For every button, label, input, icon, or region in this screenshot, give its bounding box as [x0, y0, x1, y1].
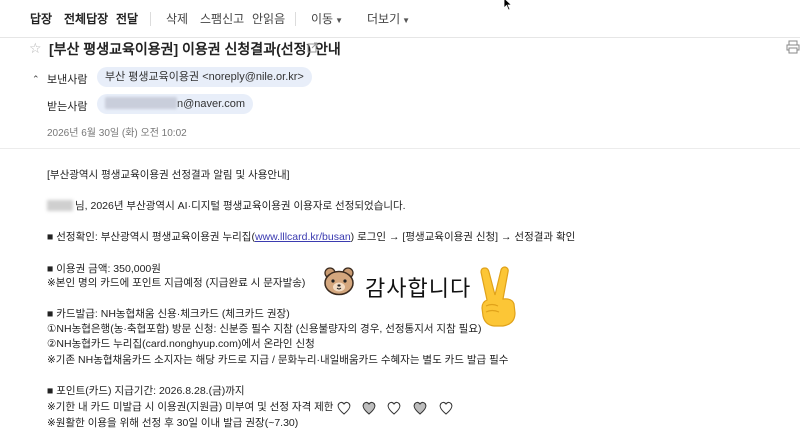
heart-outline-icon [439, 401, 453, 415]
spam-report-button[interactable]: 스팸신고 [200, 12, 244, 26]
mail-date: 2026년 6월 30일 (화) 오전 10:02 [47, 128, 187, 139]
bear-sticker-icon [324, 267, 354, 296]
mouse-cursor-icon [503, 0, 513, 11]
mail-subject: [부산 평생교육이용권] 이용권 신청결과(선정) 안내 [49, 41, 341, 57]
move-menu-button[interactable]: 이동 ▼ [311, 12, 343, 28]
move-menu-label: 이동 [311, 12, 334, 26]
subject-row: ☆ [부산 평생교육이용권] 이용권 신청결과(선정) 안내 [0, 38, 800, 60]
heart-outline-icon [387, 401, 401, 415]
toolbar-divider [150, 12, 151, 26]
body-line-period: ■ 포인트(카드) 지급기간: 2026.8.28.(금)까지 [47, 385, 245, 397]
star-icon[interactable]: ☆ [29, 40, 42, 57]
sender-chip[interactable]: 부산 평생교육이용권 <noreply@nile.or.kr> [97, 67, 312, 87]
heart-outline-icon [337, 401, 351, 415]
body-text-fragment: ) 로그인 → [평생교육이용권 신청] → 선정결과 확인 [350, 231, 576, 243]
body-line-period-note2: ※원활한 이용을 위해 선정 후 30일 이내 발급 권장(~7.30) [47, 417, 299, 429]
body-text-fragment: ■ 선정확인: 부산광역시 평생교육이용권 누리집( [47, 231, 255, 243]
open-new-window-icon[interactable] [307, 42, 318, 53]
body-line-amount-note: ※본인 명의 카드에 포인트 지급예정 (지급완료 시 문자발송) [47, 277, 306, 289]
body-line-card-online: ②NH농협카드 누리집(card.nonghyup.com)에서 온라인 신청 [47, 338, 315, 350]
more-menu-button[interactable]: 더보기 ▼ [367, 12, 410, 28]
header-divider [0, 148, 800, 149]
reply-button[interactable]: 답장 [30, 12, 52, 26]
to-label: 받는사람 [47, 101, 88, 113]
caret-down-icon: ▼ [335, 16, 344, 25]
thank-you-sticker-text: 감사합니다 [365, 277, 472, 302]
lllcard-link[interactable]: www.lllcard.kr/busan [255, 231, 351, 243]
recipient-chip[interactable]: n@naver.com [97, 94, 254, 114]
body-line-period-note1: ※기한 내 카드 미발급 시 이용권(지원금) 미부여 및 선정 자격 제한 [47, 401, 334, 413]
mark-unread-button[interactable]: 안읽음 [252, 12, 285, 26]
more-menu-label: 더보기 [367, 12, 401, 26]
body-line-amount: ■ 이용권 금액: 350,000원 [47, 263, 161, 275]
body-greeting-text: 님, 2026년 부산광역시 AI·디지털 평생교육이용권 이용자로 선정되었습… [75, 200, 406, 212]
forward-button[interactable]: 전달 [116, 12, 138, 26]
body-line-card-note: ※기존 NH농협채움카드 소지자는 해당 카드로 지급 / 문화누리·내일배움카… [47, 354, 509, 366]
redacted-name [47, 200, 73, 211]
from-label: 보낸사람 [47, 74, 88, 86]
caret-down-icon: ▼ [402, 16, 411, 25]
collapse-header-icon[interactable]: ⌃ [32, 74, 40, 85]
body-line-card-visit: ①NH농협은행(농·축협포함) 방문 신청: 신분증 필수 지참 (신용불량자의… [47, 323, 482, 335]
heart-gray-icon [362, 401, 376, 415]
redacted-email-prefix [105, 97, 177, 109]
body-line-selection-check: ■ 선정확인: 부산광역시 평생교육이용권 누리집(www.lllcard.kr… [47, 231, 575, 244]
mail-toolbar: 답장 전체답장 전달 삭제 스팸신고 안읽음 이동 ▼ 더보기 ▼ [0, 0, 800, 38]
victory-hand-icon [480, 266, 516, 327]
body-line-card-issue: ■ 카드발급: NH농협채움 신용·체크카드 (체크카드 권장) [47, 308, 290, 320]
body-line-greeting: 님, 2026년 부산광역시 AI·디지털 평생교육이용권 이용자로 선정되었습… [47, 200, 406, 213]
reply-all-button[interactable]: 전체답장 [64, 12, 108, 26]
heart-gray-icon [413, 401, 427, 415]
hearts-decoration [337, 401, 453, 415]
recipient-domain: n@naver.com [177, 98, 246, 110]
toolbar-divider [295, 12, 296, 26]
delete-button[interactable]: 삭제 [166, 12, 188, 26]
body-line-title: [부산광역시 평생교육이용권 선정결과 알림 및 사용안내] [47, 169, 290, 181]
print-icon[interactable] [786, 40, 800, 54]
